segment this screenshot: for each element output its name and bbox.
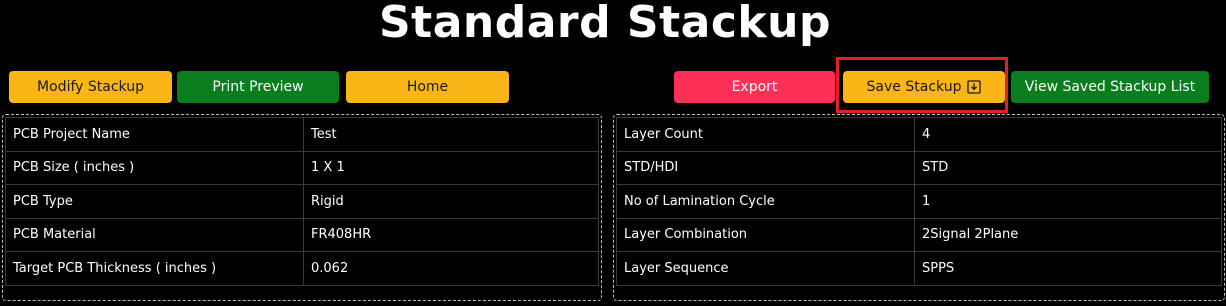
row-value: 4 (914, 117, 1222, 152)
row-value: FR408HR (303, 217, 599, 252)
layer-info-table: Layer Count 4 STD/HDI STD No of Laminati… (616, 117, 1222, 286)
table-row: PCB Project Name Test (5, 117, 599, 152)
row-label: PCB Project Name (5, 117, 304, 152)
table-row: Layer Combination 2Signal 2Plane (616, 217, 1222, 252)
layer-info-panel: Layer Count 4 STD/HDI STD No of Laminati… (613, 114, 1225, 301)
row-label: Layer Combination (616, 217, 915, 252)
row-label: PCB Type (5, 184, 304, 219)
export-button[interactable]: Export (674, 71, 835, 103)
save-stackup-button[interactable]: Save Stackup (843, 71, 1005, 103)
row-label: Layer Count (616, 117, 915, 152)
row-value: 2Signal 2Plane (914, 217, 1222, 252)
table-row: Target PCB Thickness ( inches ) 0.062 (5, 251, 599, 286)
home-button[interactable]: Home (346, 71, 509, 103)
row-value: 0.062 (303, 251, 599, 286)
print-preview-button[interactable]: Print Preview (177, 71, 339, 103)
row-label: PCB Material (5, 217, 304, 252)
row-label: STD/HDI (616, 150, 915, 185)
table-row: PCB Size ( inches ) 1 X 1 (5, 150, 599, 185)
row-value: Test (303, 117, 599, 152)
project-info-panel: PCB Project Name Test PCB Size ( inches … (2, 114, 602, 301)
table-row: Layer Sequence SPPS (616, 251, 1222, 286)
row-label: Target PCB Thickness ( inches ) (5, 251, 304, 286)
download-icon (967, 80, 982, 94)
project-info-table: PCB Project Name Test PCB Size ( inches … (5, 117, 599, 286)
table-row: Layer Count 4 (616, 117, 1222, 152)
row-label: No of Lamination Cycle (616, 184, 915, 219)
row-value: 1 X 1 (303, 150, 599, 185)
page-title: Standard Stackup (378, 0, 832, 48)
table-row: PCB Type Rigid (5, 184, 599, 219)
row-label: Layer Sequence (616, 251, 915, 286)
table-row: PCB Material FR408HR (5, 217, 599, 252)
view-saved-stackup-list-button[interactable]: View Saved Stackup List (1011, 71, 1209, 103)
modify-stackup-button[interactable]: Modify Stackup (9, 71, 172, 103)
save-stackup-label: Save Stackup (866, 79, 962, 95)
row-label: PCB Size ( inches ) (5, 150, 304, 185)
table-row: STD/HDI STD (616, 150, 1222, 185)
table-row: No of Lamination Cycle 1 (616, 184, 1222, 219)
row-value: Rigid (303, 184, 599, 219)
row-value: SPPS (914, 251, 1222, 286)
row-value: STD (914, 150, 1222, 185)
row-value: 1 (914, 184, 1222, 219)
